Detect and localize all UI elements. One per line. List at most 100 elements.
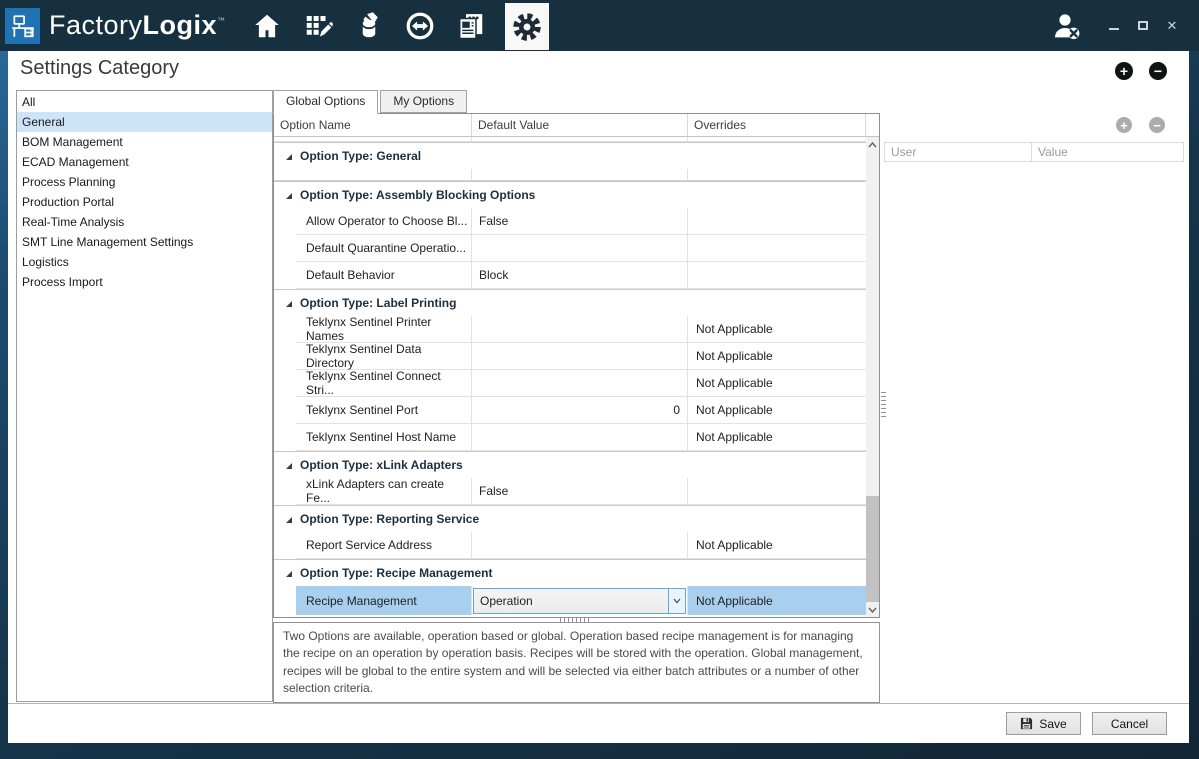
materials-icon[interactable] <box>352 9 386 43</box>
add-override-button[interactable]: + <box>1116 117 1132 133</box>
column-header-default-value[interactable]: Default Value <box>472 114 688 136</box>
scrollbar-thumb[interactable] <box>866 496 879 602</box>
sidebar-item-production-portal[interactable]: Production Portal <box>17 192 272 212</box>
overrides-cell[interactable] <box>688 262 866 289</box>
overrides-cell[interactable] <box>688 208 866 235</box>
collapse-triangle-icon[interactable] <box>285 570 293 578</box>
cancel-button[interactable]: Cancel <box>1092 712 1167 735</box>
grid-scrollbar[interactable] <box>866 137 879 617</box>
clipped-row <box>274 169 866 181</box>
option-name-cell[interactable]: Recipe Management <box>296 586 472 615</box>
option-name-cell[interactable]: Teklynx Sentinel Port <box>296 397 472 424</box>
overrides-cell[interactable]: Not Applicable <box>688 343 866 370</box>
default-value-cell[interactable] <box>472 424 688 451</box>
column-header-value[interactable]: Value <box>1031 142 1184 162</box>
collapse-triangle-icon[interactable] <box>285 192 293 200</box>
recipe-management-dropdown[interactable]: Operation <box>473 588 686 614</box>
process-planning-icon[interactable] <box>301 9 335 43</box>
table-row-selected[interactable]: Recipe Management Operation Not Applicab… <box>274 586 866 615</box>
overrides-cell[interactable]: Not Applicable <box>688 424 866 451</box>
maximize-button[interactable] <box>1136 19 1150 33</box>
sidebar-item-real-time-analysis[interactable]: Real-Time Analysis <box>17 212 272 232</box>
scroll-up-icon[interactable] <box>866 137 879 152</box>
option-name-cell[interactable]: xLink Adapters can create Fe... <box>296 478 472 505</box>
option-name-cell[interactable]: Default Behavior <box>296 262 472 289</box>
collapse-triangle-icon[interactable] <box>285 516 293 524</box>
table-row[interactable]: Teklynx Sentinel Printer Names Not Appli… <box>274 316 866 343</box>
collapse-triangle-icon[interactable] <box>285 153 293 161</box>
option-name-cell[interactable]: Teklynx Sentinel Printer Names <box>296 316 472 343</box>
overrides-cell[interactable] <box>688 235 866 262</box>
option-name-cell[interactable]: Default Quarantine Operatio... <box>296 235 472 262</box>
sidebar-item-process-planning[interactable]: Process Planning <box>17 172 272 192</box>
workstation-logo-icon <box>10 13 36 39</box>
column-header-user[interactable]: User <box>884 142 1032 162</box>
minimize-button[interactable] <box>1107 19 1121 33</box>
table-row[interactable]: Default Behavior Block <box>274 262 866 289</box>
sidebar-item-general[interactable]: General <box>17 112 272 132</box>
add-category-button[interactable]: + <box>1115 62 1133 80</box>
table-row[interactable]: Teklynx Sentinel Connect Stri... Not App… <box>274 370 866 397</box>
column-header-overrides[interactable]: Overrides <box>688 114 866 136</box>
overrides-cell[interactable] <box>688 478 866 505</box>
user-logout-icon[interactable] <box>1050 9 1084 43</box>
remove-category-button[interactable]: − <box>1149 62 1167 80</box>
default-value-cell[interactable]: False <box>472 208 688 235</box>
overrides-cell[interactable]: Not Applicable <box>688 316 866 343</box>
sidebar-item-process-import[interactable]: Process Import <box>17 272 272 292</box>
collapse-triangle-icon[interactable] <box>285 462 293 470</box>
sidebar-item-all[interactable]: All <box>17 92 272 112</box>
scroll-down-icon[interactable] <box>866 602 879 617</box>
default-value-cell[interactable] <box>472 235 688 262</box>
collapse-triangle-icon[interactable] <box>285 300 293 308</box>
table-row[interactable]: Teklynx Sentinel Port 0 Not Applicable <box>274 397 866 424</box>
option-name-cell[interactable]: Report Service Address <box>296 532 472 559</box>
tab-global-options[interactable]: Global Options <box>273 90 378 114</box>
settings-tab-active[interactable] <box>505 3 549 50</box>
chevron-down-icon[interactable] <box>668 589 685 613</box>
save-button[interactable]: Save <box>1006 712 1081 735</box>
overrides-cell[interactable]: Not Applicable <box>688 370 866 397</box>
option-name-cell[interactable]: Teklynx Sentinel Host Name <box>296 424 472 451</box>
column-header-option-name[interactable]: Option Name <box>274 114 472 136</box>
sidebar-item-ecad-management[interactable]: ECAD Management <box>17 152 272 172</box>
table-row[interactable]: Teklynx Sentinel Host Name Not Applicabl… <box>274 424 866 451</box>
default-value-cell[interactable]: False <box>472 478 688 505</box>
global-options-grid: Option Name Default Value Overrides Opti… <box>273 113 880 618</box>
overrides-splitter[interactable] <box>881 392 886 418</box>
sidebar-item-logistics[interactable]: Logistics <box>17 252 272 272</box>
tab-my-options[interactable]: My Options <box>380 90 467 113</box>
documents-icon[interactable] <box>454 9 488 43</box>
sidebar-item-smt-line-management[interactable]: SMT Line Management Settings <box>17 232 272 252</box>
option-name-cell[interactable]: Allow Operator to Choose Bl... <box>296 208 472 235</box>
minimize-icon <box>1109 28 1119 30</box>
close-button[interactable]: ✕ <box>1165 19 1179 33</box>
default-value-cell[interactable] <box>472 532 688 559</box>
default-value-cell[interactable] <box>472 316 688 343</box>
table-row[interactable]: Report Service Address Not Applicable <box>274 532 866 559</box>
plus-icon: + <box>1120 64 1128 78</box>
option-name-cell[interactable]: Teklynx Sentinel Data Directory <box>296 343 472 370</box>
group-header-assembly-blocking[interactable]: Option Type: Assembly Blocking Options <box>274 181 866 208</box>
option-name-cell[interactable]: Teklynx Sentinel Connect Stri... <box>296 370 472 397</box>
default-value-cell[interactable] <box>472 370 688 397</box>
default-value-cell[interactable]: Block <box>472 262 688 289</box>
table-row[interactable]: xLink Adapters can create Fe... False <box>274 478 866 505</box>
data-transfer-icon[interactable] <box>403 9 437 43</box>
overrides-cell[interactable]: Not Applicable <box>688 586 866 615</box>
group-header-general[interactable]: Option Type: General <box>274 142 866 169</box>
default-value-cell[interactable] <box>472 343 688 370</box>
overrides-cell[interactable]: Not Applicable <box>688 532 866 559</box>
table-row[interactable]: Allow Operator to Choose Bl... False <box>274 208 866 235</box>
overrides-cell[interactable]: Not Applicable <box>688 397 866 424</box>
group-header-reporting-service[interactable]: Option Type: Reporting Service <box>274 505 866 532</box>
table-row[interactable]: Teklynx Sentinel Data Directory Not Appl… <box>274 343 866 370</box>
default-value-cell[interactable]: 0 <box>472 397 688 424</box>
sidebar-item-bom-management[interactable]: BOM Management <box>17 132 272 152</box>
group-header-xlink-adapters[interactable]: Option Type: xLink Adapters <box>274 451 866 478</box>
home-icon[interactable] <box>250 9 284 43</box>
table-row[interactable]: Default Quarantine Operatio... <box>274 235 866 262</box>
group-header-recipe-management[interactable]: Option Type: Recipe Management <box>274 559 866 586</box>
remove-override-button[interactable]: − <box>1149 117 1165 133</box>
group-header-label-printing[interactable]: Option Type: Label Printing <box>274 289 866 316</box>
